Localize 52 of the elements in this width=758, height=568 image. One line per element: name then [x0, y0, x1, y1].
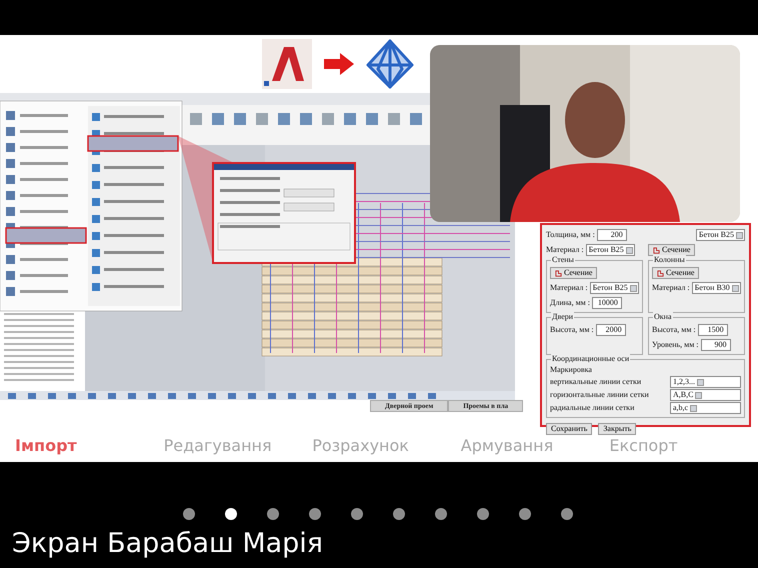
field-label: Длина, мм :: [550, 298, 590, 308]
group-title: Колонны: [653, 255, 686, 265]
input-field[interactable]: 200: [596, 229, 627, 241]
material-select[interactable]: Бетон В25: [586, 244, 635, 256]
field-label: Толщина, мм :: [546, 230, 595, 240]
marking-select[interactable]: 1,2,3...: [670, 376, 741, 388]
diamond-logo-icon: [366, 39, 414, 89]
field-label: Материал :: [652, 283, 690, 293]
section-button[interactable]: Сечение: [652, 267, 700, 279]
field-label: Маркировка: [550, 365, 593, 375]
page-dot[interactable]: [309, 508, 321, 520]
material-select[interactable]: Бетон В25: [590, 282, 639, 294]
arrow-right-icon: [324, 53, 354, 75]
marking-select[interactable]: A,B,C: [670, 389, 741, 401]
field-label: Материал :: [546, 245, 584, 255]
page-dot[interactable]: [519, 508, 531, 520]
form-button[interactable]: Закрыть: [598, 423, 636, 435]
group-title: Координационные оси: [551, 354, 630, 364]
field-label: Уровень, мм :: [652, 340, 699, 350]
input-field[interactable]: 1500: [698, 324, 728, 336]
field-label: горизонтальные линии сетки: [550, 390, 650, 400]
field-label: Высота, мм :: [652, 325, 696, 335]
step-tab[interactable]: Імпорт: [15, 436, 164, 454]
participant-name: Экран Барабаш Марія: [11, 528, 324, 559]
marking-select[interactable]: a,b,c: [670, 402, 741, 414]
field-label: радиальные линии сетки: [550, 403, 636, 413]
form-button[interactable]: Сохранить: [546, 423, 592, 435]
section-button[interactable]: Сечение: [550, 267, 598, 279]
page-dot[interactable]: [393, 508, 405, 520]
page-dot[interactable]: [561, 508, 573, 520]
input-field[interactable]: 2000: [596, 324, 626, 336]
section-icon: [653, 246, 660, 254]
section-icon: [657, 270, 664, 276]
material-select[interactable]: Бетон В30: [692, 282, 741, 294]
section-button[interactable]: Сечение: [648, 244, 696, 256]
page-dot[interactable]: [435, 508, 447, 520]
page-dot[interactable]: [477, 508, 489, 520]
page-dot[interactable]: [267, 508, 279, 520]
input-field[interactable]: 10000: [592, 297, 622, 309]
page-dot[interactable]: [351, 508, 363, 520]
page-dot[interactable]: [225, 508, 237, 520]
group-title: Окна: [653, 312, 672, 322]
page-dot[interactable]: [183, 508, 195, 520]
section-icon: [555, 270, 562, 276]
field-label: вертикальные линии сетки: [550, 377, 642, 387]
group-title: Двери: [551, 312, 574, 322]
group-title: Стены: [551, 255, 575, 265]
field-label: Высота, мм :: [550, 325, 594, 335]
field-label: Материал :: [550, 283, 588, 293]
input-field[interactable]: 900: [700, 339, 731, 351]
app-logo-icon: [262, 39, 312, 89]
material-select[interactable]: Бетон В25: [696, 229, 745, 241]
